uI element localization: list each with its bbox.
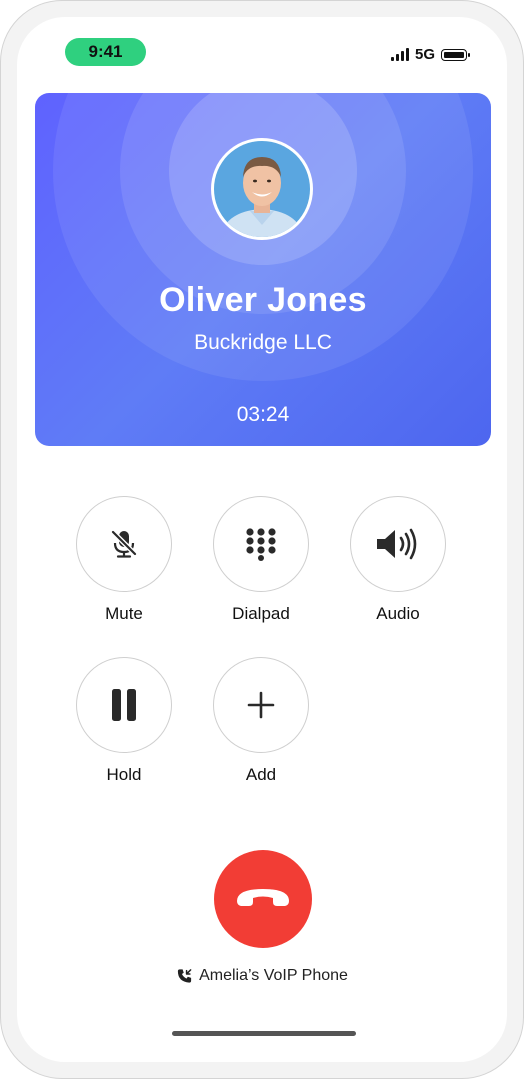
audio-button[interactable] bbox=[350, 496, 446, 592]
mute-control: Mute bbox=[64, 496, 184, 624]
status-time: 9:41 bbox=[65, 38, 146, 66]
caller-company: Buckridge LLC bbox=[194, 331, 332, 354]
network-label: 5G bbox=[414, 46, 435, 63]
caller-card: Oliver Jones Buckridge LLC 03:24 bbox=[35, 93, 491, 446]
phone-frame: 9:41 5G Oliver Jones Buckridge LLC 03:24… bbox=[0, 0, 524, 1079]
home-indicator[interactable] bbox=[172, 1031, 356, 1036]
avatar-photo bbox=[214, 141, 310, 237]
dialpad-control: Dialpad bbox=[201, 496, 321, 624]
mic-off-icon bbox=[111, 530, 137, 558]
end-call-button[interactable] bbox=[214, 850, 312, 948]
status-icons: 5G bbox=[390, 46, 470, 63]
signal-icon bbox=[390, 48, 409, 61]
audio-label: Audio bbox=[376, 604, 420, 623]
add-control: Add bbox=[201, 657, 321, 785]
add-button[interactable] bbox=[213, 657, 309, 753]
hold-label: Hold bbox=[106, 765, 142, 784]
call-duration: 03:24 bbox=[236, 403, 290, 426]
avatar bbox=[211, 138, 313, 240]
hold-control: Hold bbox=[64, 657, 184, 785]
incoming-call-icon bbox=[177, 968, 192, 983]
hold-button[interactable] bbox=[76, 657, 172, 753]
audio-control: Audio bbox=[338, 496, 458, 624]
add-label: Add bbox=[245, 765, 277, 784]
caller-name: Oliver Jones bbox=[159, 281, 367, 319]
pause-icon bbox=[112, 689, 136, 721]
phone-screen: 9:41 5G Oliver Jones Buckridge LLC 03:24… bbox=[17, 17, 507, 1062]
dialpad-icon bbox=[246, 528, 276, 561]
dialpad-button[interactable] bbox=[213, 496, 309, 592]
mute-button[interactable] bbox=[76, 496, 172, 592]
plus-icon bbox=[247, 691, 275, 719]
line-info: Amelia’s VoIP Phone bbox=[17, 967, 507, 985]
line-label: Amelia’s VoIP Phone bbox=[199, 967, 348, 984]
hang-up-icon bbox=[237, 889, 289, 906]
dialpad-label: Dialpad bbox=[232, 604, 290, 623]
mute-label: Mute bbox=[105, 604, 143, 623]
battery-icon bbox=[441, 48, 470, 61]
speaker-icon bbox=[377, 528, 417, 560]
